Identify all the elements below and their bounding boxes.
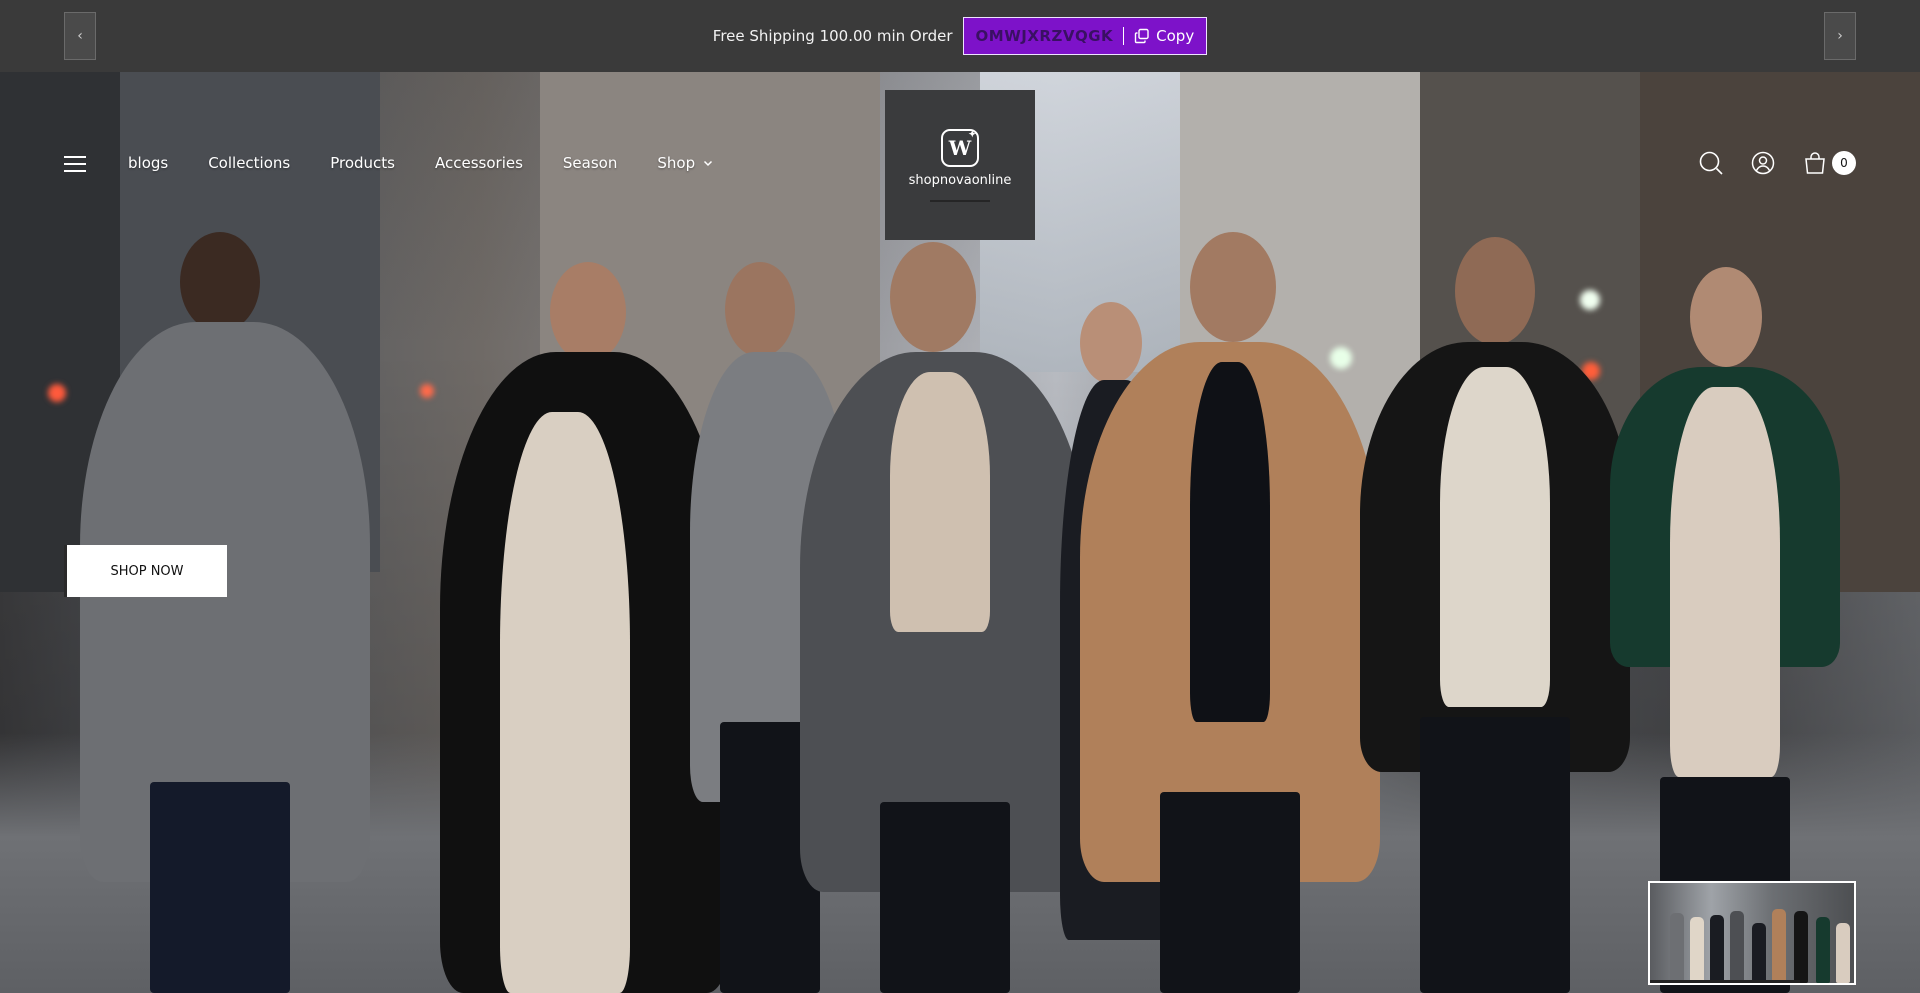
announcement-text: Free Shipping 100.00 min Order <box>712 27 953 45</box>
nav-item-label: Accessories <box>435 154 523 172</box>
thumbnail-figure <box>1710 915 1724 983</box>
nav-item-label: Collections <box>208 154 291 172</box>
thumbnail-figure <box>1794 911 1808 983</box>
hero-model <box>80 222 380 993</box>
chevron-left-icon: ‹ <box>77 28 83 44</box>
site-logo[interactable]: W ✦ shopnovaonline <box>885 90 1035 240</box>
thumbnail-figure <box>1816 917 1830 983</box>
search-icon[interactable] <box>1698 150 1724 176</box>
thumbnail-figure <box>1836 923 1850 983</box>
hero-slide-thumbnail[interactable] <box>1648 881 1856 985</box>
nav-item-season[interactable]: Season <box>563 154 617 172</box>
announcement-prev-button[interactable]: ‹ <box>64 12 96 60</box>
street-light <box>48 384 66 402</box>
copy-icon <box>1134 28 1149 44</box>
account-icon[interactable] <box>1750 150 1776 176</box>
menu-icon[interactable] <box>64 156 86 172</box>
logo-underline <box>930 199 990 202</box>
nav-item-label: Shop <box>657 154 696 172</box>
thumbnail-figure <box>1690 917 1704 983</box>
nav-item-collections[interactable]: Collections <box>208 154 290 172</box>
coupon-divider <box>1123 27 1125 45</box>
nav-item-products[interactable]: Products <box>330 154 395 172</box>
nav-item-blogs[interactable]: blogs <box>128 154 168 172</box>
street-light <box>420 384 434 398</box>
nav-item-label: blogs <box>128 154 169 172</box>
thumbnail-figure <box>1752 923 1766 983</box>
thumbnail-progress <box>1650 980 1800 983</box>
thumbnail-figure <box>1670 913 1684 983</box>
cart-button[interactable]: 0 <box>1802 150 1856 176</box>
hero-model <box>800 242 1090 993</box>
nav-item-label: Products <box>330 154 395 172</box>
header-actions: 0 <box>1698 150 1856 176</box>
hero-model <box>1080 232 1380 993</box>
chevron-right-icon: › <box>1837 28 1843 44</box>
nav-item-accessories[interactable]: Accessories <box>435 154 523 172</box>
logo-text: shopnovaonline <box>908 172 1012 188</box>
copy-label: Copy <box>1156 27 1195 45</box>
sparkle-icon: ✦ <box>968 129 976 140</box>
thumbnail-figure <box>1772 909 1786 983</box>
announcement-next-button[interactable]: › <box>1824 12 1856 60</box>
hero-model <box>1360 237 1630 993</box>
coupon-code: OMWJXRZVQGK <box>975 27 1114 45</box>
copy-coupon-button[interactable]: Copy <box>1134 27 1194 45</box>
shop-now-button[interactable]: SHOP NOW <box>64 545 227 597</box>
chevron-down-icon <box>704 160 713 167</box>
cart-icon <box>1805 152 1825 174</box>
hero-model <box>440 262 730 993</box>
nav-item-label: Season <box>562 154 618 172</box>
nav-item-shop[interactable]: Shop <box>657 154 713 172</box>
site-header: blogs Collections Products Accessories S… <box>0 72 1920 257</box>
cart-count-badge: 0 <box>1832 151 1856 175</box>
main-nav: blogs Collections Products Accessories S… <box>128 154 713 172</box>
thumbnail-figure <box>1730 911 1744 983</box>
coupon-box: OMWJXRZVQGK Copy <box>962 17 1208 55</box>
announcement-bar: ‹ Free Shipping 100.00 min Order OMWJXRZ… <box>0 0 1920 72</box>
logo-mark-icon: W ✦ <box>941 128 979 167</box>
